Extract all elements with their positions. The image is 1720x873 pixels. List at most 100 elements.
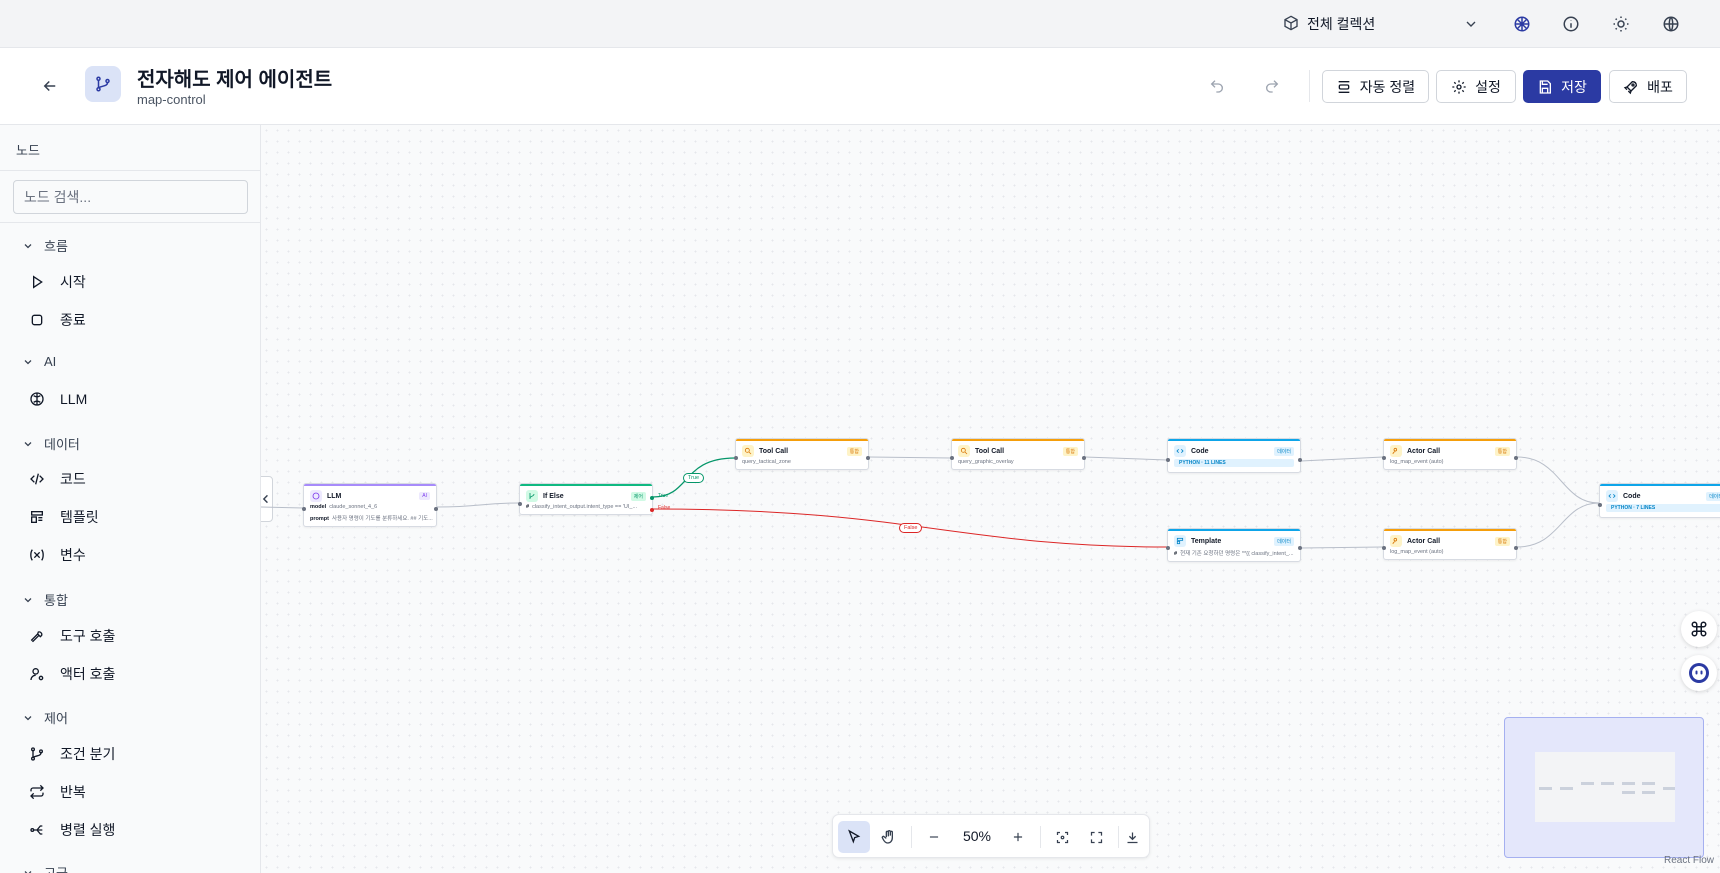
node-code[interactable]: Code 데이터 PYTHON · 7 LINES bbox=[1598, 483, 1720, 518]
sidebar-item-label: 템플릿 bbox=[60, 509, 99, 525]
sidebar-item-variable[interactable]: 변수 bbox=[28, 545, 86, 565]
category-flow[interactable]: 흐름 bbox=[22, 236, 68, 255]
node-handle-in[interactable] bbox=[1166, 458, 1170, 462]
sidebar-item-start[interactable]: 시작 bbox=[28, 272, 86, 292]
brain-icon[interactable] bbox=[1512, 14, 1532, 34]
node-handle-false[interactable] bbox=[650, 508, 654, 512]
globe-icon[interactable] bbox=[1661, 14, 1681, 34]
node-code-info: PYTHON · 7 LINES bbox=[1606, 504, 1720, 512]
hand-icon bbox=[881, 830, 893, 844]
sidebar-item-condition[interactable]: 조건 분기 bbox=[28, 744, 115, 764]
minimap-viewport[interactable] bbox=[1535, 752, 1675, 822]
node-field-model: model claude_sonnet_4_6 bbox=[310, 504, 378, 510]
node-handle-out[interactable] bbox=[1298, 546, 1302, 550]
search-icon bbox=[742, 445, 754, 457]
save-icon bbox=[1539, 79, 1552, 94]
node-if-else[interactable]: If Else 제어 # classify_intent_output.inten… bbox=[518, 483, 670, 515]
minimap[interactable] bbox=[1504, 717, 1704, 858]
select-tool-button[interactable] bbox=[838, 821, 870, 853]
auto-arrange-button[interactable]: 자동 정렬 bbox=[1322, 70, 1429, 103]
undo-icon bbox=[1210, 80, 1223, 93]
node-handle-out[interactable] bbox=[866, 456, 870, 460]
sidebar-item-end[interactable]: 종료 bbox=[28, 310, 86, 330]
node-handle-in[interactable] bbox=[1166, 546, 1170, 550]
node-actor-call[interactable]: Actor Call 통합 log_map_event (auto) bbox=[1382, 438, 1518, 470]
collection-selector[interactable]: 전체 컬렉션 bbox=[1283, 10, 1479, 38]
zoom-out-button[interactable] bbox=[918, 821, 950, 853]
save-button[interactable]: 저장 bbox=[1523, 70, 1601, 103]
sun-icon[interactable] bbox=[1611, 14, 1631, 34]
minimap-node bbox=[1560, 787, 1573, 790]
node-title: Actor Call bbox=[1407, 447, 1441, 455]
category-integration[interactable]: 통합 bbox=[22, 590, 68, 609]
sidebar-item-loop[interactable]: 반복 bbox=[28, 782, 86, 802]
sidebar-item-parallel[interactable]: 병렬 실행 bbox=[28, 820, 115, 840]
toolbar-divider bbox=[1040, 826, 1041, 848]
assistant-button[interactable] bbox=[1681, 655, 1717, 691]
sidebar-item-template[interactable]: 템플릿 bbox=[28, 507, 99, 527]
sidebar-item-label: 코드 bbox=[60, 471, 86, 487]
node-badge: 데이터 bbox=[1274, 446, 1294, 456]
info-icon[interactable] bbox=[1561, 14, 1581, 34]
sidebar-item-actor-call[interactable]: 액터 호출 bbox=[28, 664, 115, 684]
minus-icon bbox=[929, 836, 939, 838]
back-button[interactable] bbox=[38, 74, 62, 98]
node-handle-out[interactable] bbox=[1514, 456, 1518, 460]
edge[interactable] bbox=[1516, 502, 1600, 548]
edge-label-false: False bbox=[899, 523, 923, 533]
node-handle-out[interactable] bbox=[1082, 456, 1086, 460]
edge[interactable] bbox=[1300, 546, 1384, 549]
fullscreen-button[interactable] bbox=[1080, 821, 1112, 853]
node-handle-in[interactable] bbox=[518, 502, 522, 506]
node-handle-in[interactable] bbox=[1382, 546, 1386, 550]
node-badge: 데이터 bbox=[1706, 491, 1720, 501]
redo-button[interactable] bbox=[1262, 76, 1282, 96]
node-tool-name: query_graphic_overlay bbox=[958, 459, 1014, 465]
flow-canvas[interactable]: True False LLM AI model claude_sonnet_4_6… bbox=[261, 125, 1720, 873]
node-code[interactable]: Code 데이터 PYTHON · 11 LINES bbox=[1166, 438, 1302, 473]
node-search-input[interactable] bbox=[13, 180, 248, 214]
node-actor-call[interactable]: Actor Call 통합 log_map_event (auto) bbox=[1382, 528, 1518, 560]
node-template[interactable]: Template 데이터 # 현재 기존 요청하던 명령은 **{{ classi… bbox=[1166, 528, 1302, 562]
sidebar-item-code[interactable]: 코드 bbox=[28, 469, 86, 489]
sidebar-item-label: 병렬 실행 bbox=[60, 822, 116, 838]
settings-button[interactable]: 설정 bbox=[1436, 70, 1516, 103]
zoom-in-button[interactable] bbox=[1002, 821, 1034, 853]
edge[interactable] bbox=[1300, 456, 1384, 462]
node-handle-in[interactable] bbox=[302, 507, 306, 511]
sidebar-item-label: 변수 bbox=[60, 547, 86, 563]
edge[interactable] bbox=[1516, 456, 1600, 504]
deploy-button[interactable]: 배포 bbox=[1609, 70, 1687, 103]
pan-tool-button[interactable] bbox=[873, 821, 905, 853]
node-badge: 데이터 bbox=[1274, 536, 1294, 546]
edge[interactable] bbox=[261, 506, 304, 509]
chevron-down-icon bbox=[24, 870, 32, 873]
node-tool-call[interactable]: Tool Call 통합 query_graphic_overlay bbox=[950, 438, 1086, 470]
category-control[interactable]: 제어 bbox=[22, 708, 68, 727]
edge[interactable] bbox=[436, 502, 520, 508]
edge[interactable] bbox=[1084, 456, 1168, 461]
node-handle-in[interactable] bbox=[1598, 503, 1602, 507]
sidebar-item-tool-call[interactable]: 도구 호출 bbox=[28, 626, 115, 646]
node-handle-out[interactable] bbox=[1298, 458, 1302, 462]
node-llm[interactable]: LLM AI model claude_sonnet_4_6 prompt 사용자 … bbox=[302, 483, 438, 527]
node-handle-out[interactable] bbox=[434, 507, 438, 511]
download-button[interactable] bbox=[1116, 821, 1148, 853]
node-tool-call[interactable]: Tool Call 통합 query_tactical_zone bbox=[734, 438, 870, 470]
node-handle-in[interactable] bbox=[734, 456, 738, 460]
command-button[interactable] bbox=[1681, 611, 1717, 647]
undo-button[interactable] bbox=[1207, 76, 1227, 96]
category-data[interactable]: 데이터 bbox=[22, 434, 80, 453]
fit-view-button[interactable] bbox=[1046, 821, 1078, 853]
node-handle-true[interactable] bbox=[650, 496, 654, 500]
chevron-down-icon bbox=[24, 597, 32, 602]
node-handle-in[interactable] bbox=[1382, 456, 1386, 460]
edge[interactable] bbox=[868, 456, 952, 459]
category-ai[interactable]: AI bbox=[22, 354, 56, 369]
react-flow-attribution[interactable]: React Flow bbox=[1664, 855, 1714, 866]
sidebar-item-llm[interactable]: LLM bbox=[28, 390, 87, 408]
node-handle-out[interactable] bbox=[1514, 546, 1518, 550]
node-handle-in[interactable] bbox=[950, 456, 954, 460]
rocket-icon bbox=[1623, 80, 1638, 94]
category-advanced[interactable]: 고급 bbox=[22, 863, 68, 873]
